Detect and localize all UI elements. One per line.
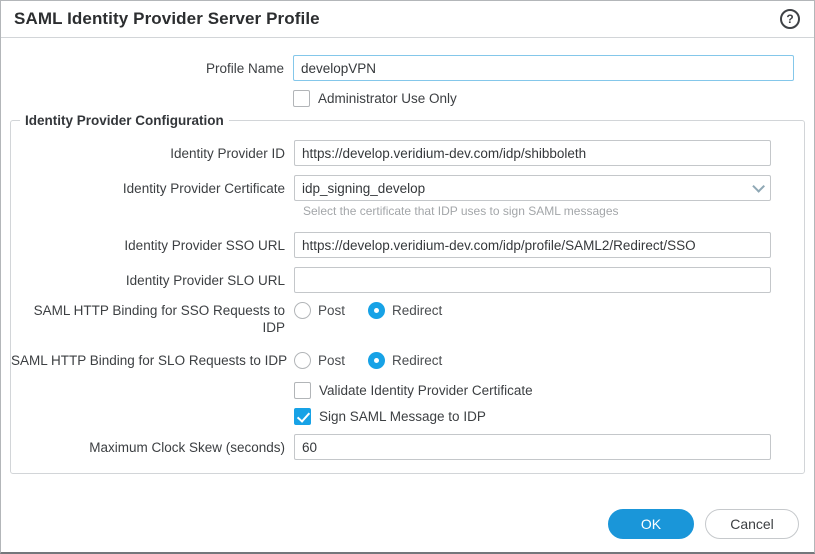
profile-name-label: Profile Name bbox=[1, 60, 293, 77]
profile-name-input[interactable] bbox=[293, 55, 794, 81]
idp-id-input[interactable] bbox=[294, 140, 771, 166]
validate-cert-label: Validate Identity Provider Certificate bbox=[319, 383, 533, 398]
idp-certificate-dropdown[interactable]: idp_signing_develop bbox=[294, 175, 771, 201]
dialog-content: Profile Name Administrator Use Only Iden… bbox=[1, 38, 814, 474]
idp-certificate-row: Identity Provider Certificate idp_signin… bbox=[11, 175, 804, 201]
validate-cert-row: Validate Identity Provider Certificate bbox=[11, 382, 804, 399]
sign-saml-row: Sign SAML Message to IDP bbox=[11, 408, 804, 425]
slo-url-row: Identity Provider SLO URL bbox=[11, 267, 804, 293]
idp-certificate-hint: Select the certificate that IDP uses to … bbox=[303, 204, 804, 218]
sign-saml-label: Sign SAML Message to IDP bbox=[319, 409, 486, 424]
chevron-down-icon bbox=[752, 180, 765, 193]
sso-binding-redirect-radio[interactable] bbox=[368, 302, 385, 319]
clock-skew-input[interactable] bbox=[294, 434, 771, 460]
clock-skew-label: Maximum Clock Skew (seconds) bbox=[11, 439, 294, 456]
slo-binding-post-label: Post bbox=[318, 353, 345, 368]
identity-provider-configuration-group: Identity Provider Configuration Identity… bbox=[10, 113, 805, 474]
validate-cert-checkbox[interactable] bbox=[294, 382, 311, 399]
slo-url-label: Identity Provider SLO URL bbox=[11, 272, 294, 289]
profile-name-row: Profile Name bbox=[1, 55, 814, 81]
cancel-button[interactable]: Cancel bbox=[705, 509, 799, 539]
idp-certificate-value: idp_signing_develop bbox=[302, 181, 425, 196]
sso-binding-post-radio[interactable] bbox=[294, 302, 311, 319]
idp-id-label: Identity Provider ID bbox=[11, 145, 294, 162]
dialog-titlebar: SAML Identity Provider Server Profile ? bbox=[1, 1, 814, 38]
admin-use-only-label: Administrator Use Only bbox=[318, 91, 457, 106]
sign-saml-checkbox[interactable] bbox=[294, 408, 311, 425]
slo-binding-row: SAML HTTP Binding for SLO Requests to ID… bbox=[11, 352, 804, 369]
sso-url-input[interactable] bbox=[294, 232, 771, 258]
slo-binding-redirect-radio[interactable] bbox=[368, 352, 385, 369]
sso-binding-redirect-label: Redirect bbox=[392, 303, 442, 318]
ok-button[interactable]: OK bbox=[608, 509, 694, 539]
dialog-footer: OK Cancel bbox=[608, 509, 799, 539]
sso-binding-post-label: Post bbox=[318, 303, 345, 318]
sso-url-row: Identity Provider SSO URL bbox=[11, 232, 804, 258]
slo-url-input[interactable] bbox=[294, 267, 771, 293]
admin-use-only-checkbox[interactable] bbox=[293, 90, 310, 107]
slo-binding-post-radio[interactable] bbox=[294, 352, 311, 369]
slo-binding-redirect-label: Redirect bbox=[392, 353, 442, 368]
help-icon[interactable]: ? bbox=[780, 9, 800, 29]
idp-certificate-label: Identity Provider Certificate bbox=[11, 180, 294, 197]
group-legend: Identity Provider Configuration bbox=[20, 113, 229, 128]
clock-skew-row: Maximum Clock Skew (seconds) bbox=[11, 434, 804, 460]
dialog-title: SAML Identity Provider Server Profile bbox=[14, 9, 320, 29]
saml-idp-server-profile-dialog: SAML Identity Provider Server Profile ? … bbox=[0, 0, 815, 554]
sso-binding-label: SAML HTTP Binding for SSO Requests to ID… bbox=[11, 302, 294, 336]
sso-url-label: Identity Provider SSO URL bbox=[11, 237, 294, 254]
sso-binding-row: SAML HTTP Binding for SSO Requests to ID… bbox=[11, 302, 804, 336]
slo-binding-label: SAML HTTP Binding for SLO Requests to ID… bbox=[11, 352, 294, 369]
admin-use-only-row: Administrator Use Only bbox=[1, 90, 814, 107]
idp-id-row: Identity Provider ID bbox=[11, 140, 804, 166]
